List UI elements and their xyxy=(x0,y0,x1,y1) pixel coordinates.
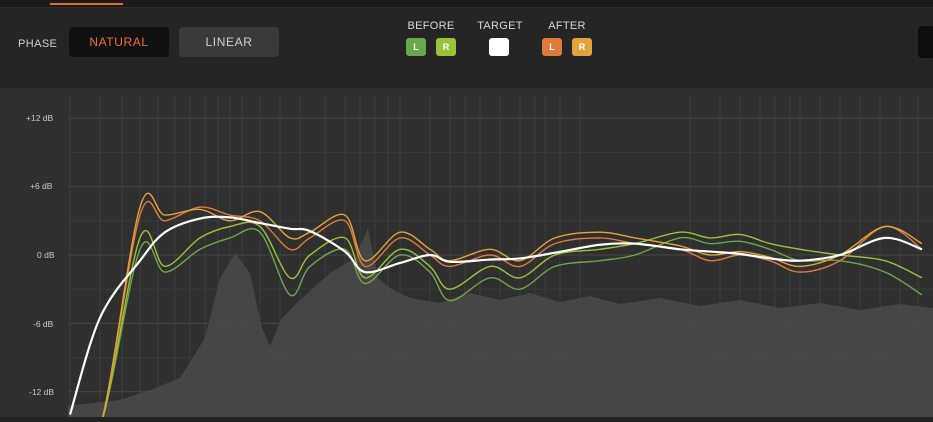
top-bar xyxy=(0,0,933,8)
before-label: BEFORE xyxy=(407,20,455,32)
eq-graph[interactable]: +12 dB +6 dB 0 dB -6 dB -12 dB xyxy=(0,88,933,422)
after-label: AFTER xyxy=(548,20,586,32)
phase-linear-button[interactable]: LINEAR xyxy=(179,27,279,57)
target-label: TARGET xyxy=(477,20,523,32)
after-right-toggle[interactable]: R xyxy=(572,38,592,56)
after-left-toggle[interactable]: L xyxy=(542,38,562,56)
side-panel-button[interactable] xyxy=(918,26,933,58)
y-tick-label-plus12: +12 dB xyxy=(26,113,54,123)
phase-natural-button[interactable]: NATURAL xyxy=(69,27,169,57)
y-tick-label-minus6: -6 dB xyxy=(33,319,54,329)
y-tick-label-0: 0 dB xyxy=(37,250,55,260)
y-tick-label-plus6: +6 dB xyxy=(30,181,53,191)
y-axis-labels: +12 dB +6 dB 0 dB -6 dB -12 dB xyxy=(26,113,55,397)
before-left-toggle[interactable]: L xyxy=(406,38,426,56)
target-toggle[interactable] xyxy=(489,38,509,56)
y-tick-label-minus12: -12 dB xyxy=(29,387,54,397)
phase-label: PHASE xyxy=(18,38,58,50)
active-tab-indicator xyxy=(50,3,123,5)
before-right-toggle[interactable]: R xyxy=(436,38,456,56)
controls-panel: PHASE NATURAL LINEAR BEFORE L R TARGET A… xyxy=(0,8,933,88)
eq-graph-svg: +12 dB +6 dB 0 dB -6 dB -12 dB xyxy=(26,96,933,422)
